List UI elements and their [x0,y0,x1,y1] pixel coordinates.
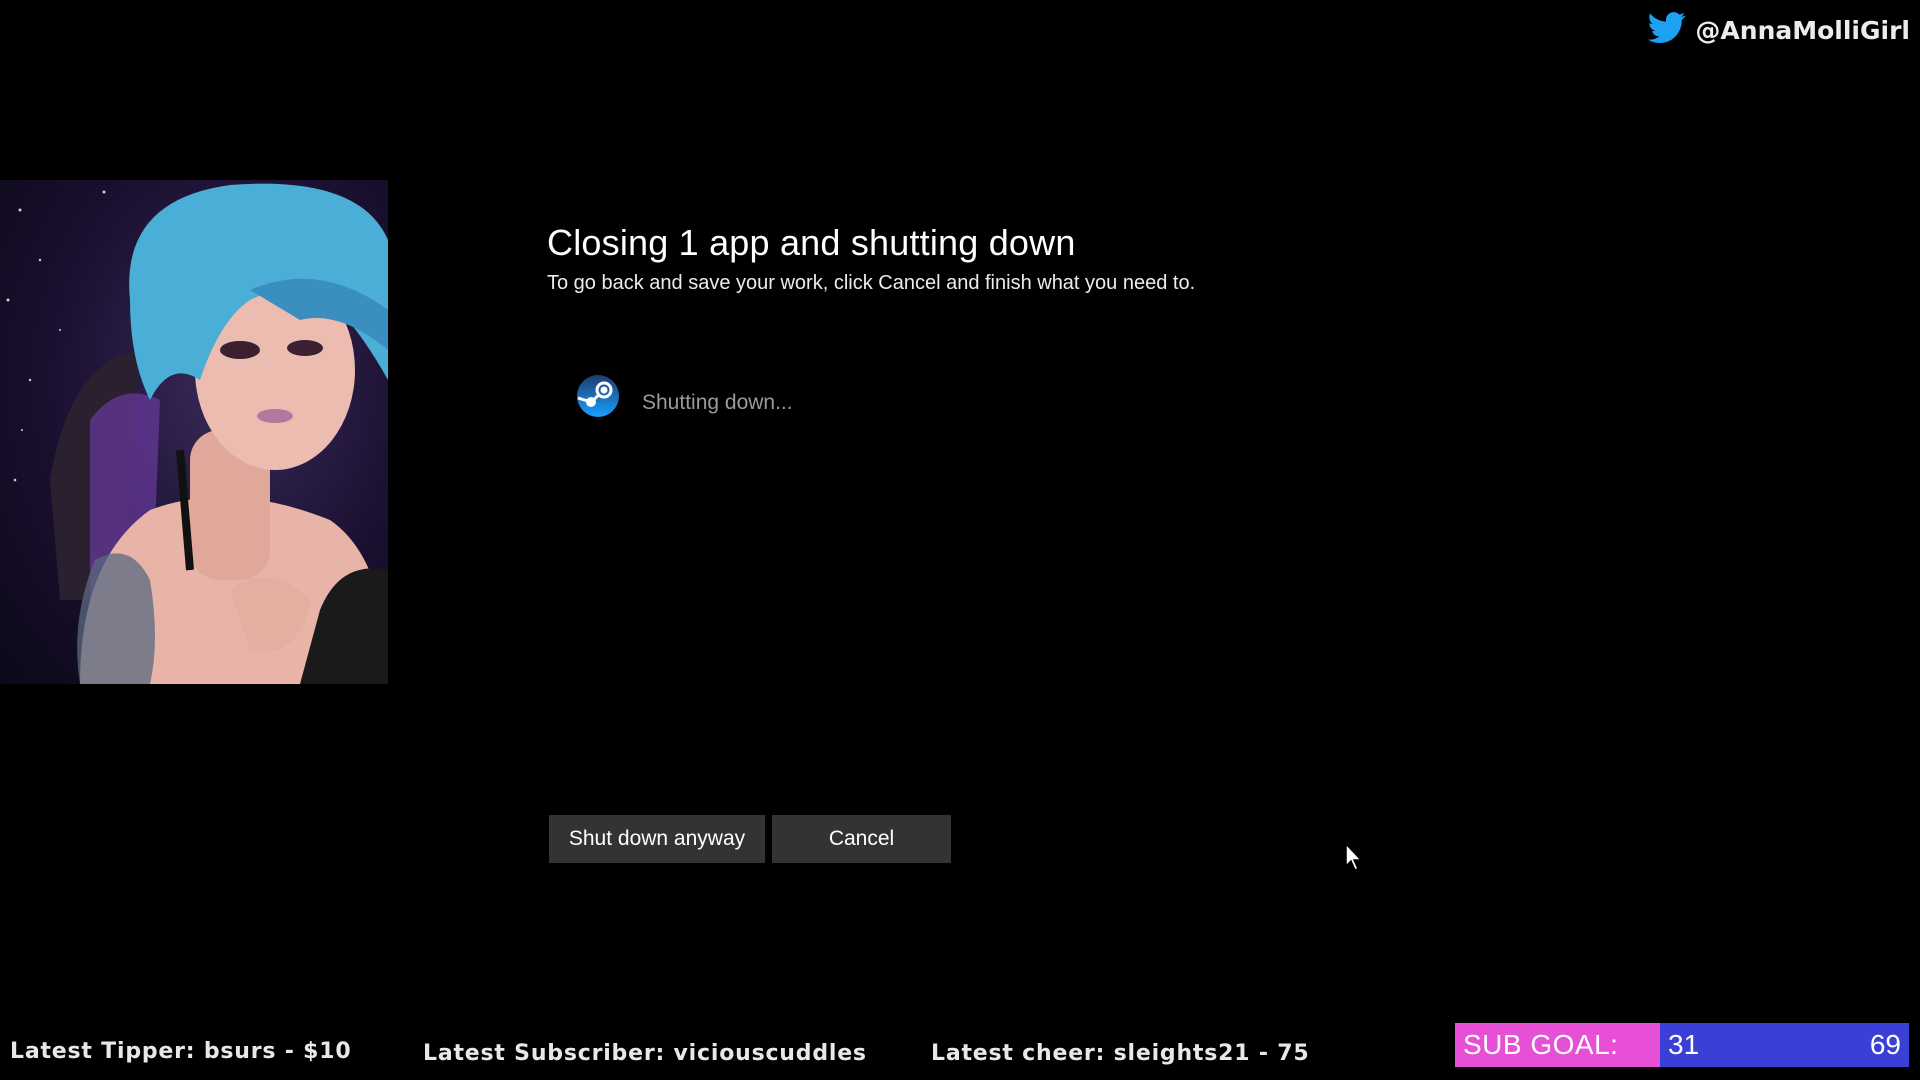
sub-goal-label: SUB GOAL: [1455,1023,1660,1067]
sub-goal-progress: 31 69 [1660,1023,1909,1067]
sub-goal-target: 69 [1869,1029,1901,1060]
mouse-cursor-icon [1344,842,1364,872]
shut-down-anyway-button[interactable]: Shut down anyway [549,815,765,863]
latest-tipper: Latest Tipper: bsurs - $10 [10,1039,352,1064]
cancel-button[interactable]: Cancel [772,815,951,863]
steam-icon [576,374,620,418]
latest-cheer: Latest cheer: sleights21 - 75 [931,1041,1310,1066]
dialog-subtitle: To go back and save your work, click Can… [547,272,1196,294]
app-list-item-steam: Shutting down... [576,374,793,418]
sub-goal-current: 31 [1668,1029,1700,1060]
webcam-feed [0,180,388,684]
shutdown-dialog: Closing 1 app and shutting down To go ba… [547,222,1195,295]
dialog-title: Closing 1 app and shutting down [547,222,1076,263]
twitter-bird-icon [1645,8,1689,52]
latest-subscriber: Latest Subscriber: viciouscuddles [423,1041,867,1066]
twitter-handle-text: @AnnaMolliGirl [1695,15,1910,45]
sub-goal-bar: SUB GOAL: 31 69 [1455,1023,1909,1067]
twitter-handle: @AnnaMolliGirl [1645,8,1910,52]
app-status-text: Shutting down... [642,391,793,414]
